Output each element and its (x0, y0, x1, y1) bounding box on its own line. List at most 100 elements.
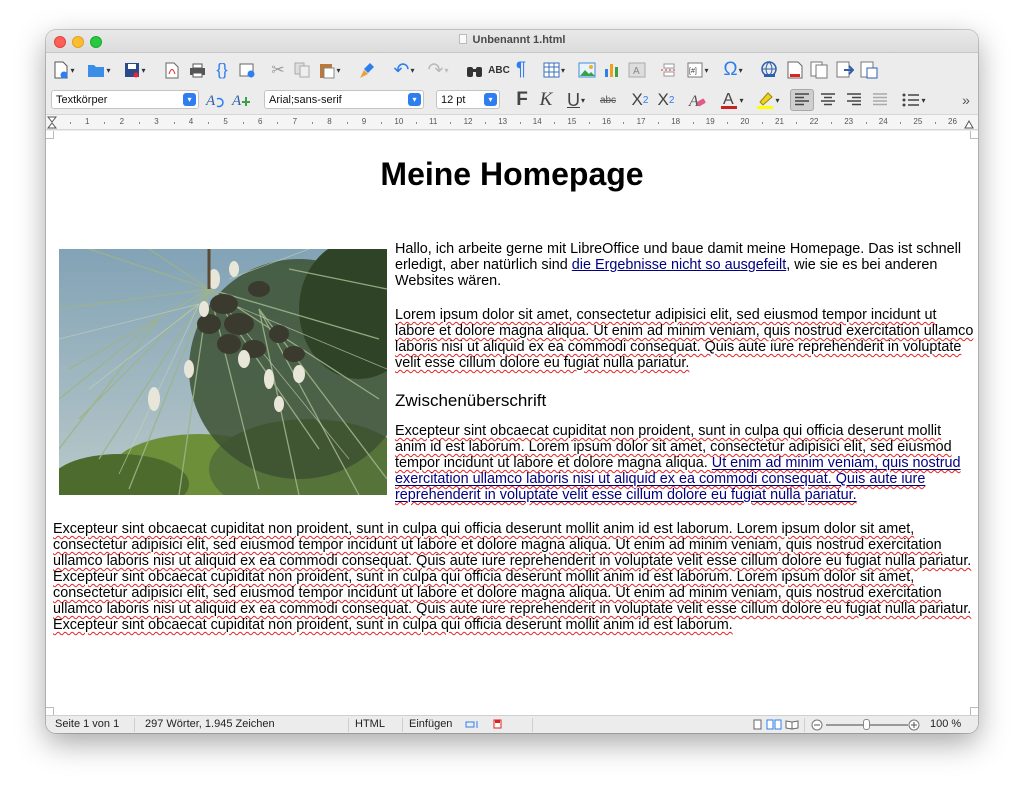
document-page[interactable]: Meine Homepage Hallo, ich arbeite gerne … (46, 131, 978, 715)
pine-branch-image (59, 249, 387, 495)
font-name-combo[interactable]: Arial;sans-serif ▾ (264, 90, 424, 109)
intro-paragraph: Hallo, ich arbeite gerne mit LibreOffice… (395, 241, 975, 289)
new-style-button[interactable]: A (230, 89, 252, 111)
horizontal-ruler[interactable]: 1 2 3 4 5 6 7 8 9 10 11 12 13 14 15 16 17 18 19 20 21 22 23 24 2… (46, 114, 978, 130)
ruler-tick-label: 21 (775, 117, 784, 126)
title-bar[interactable]: Unbenannt 1.html (46, 30, 978, 53)
copy-button[interactable] (292, 59, 312, 81)
font-color-button[interactable]: A ▾ (716, 89, 748, 111)
special-character-button[interactable]: Ω ▾ (718, 59, 748, 81)
page-indicator[interactable]: Seite 1 von 1 (55, 718, 119, 730)
align-left-button[interactable] (790, 89, 814, 111)
strikethrough-icon[interactable]: abc (596, 89, 620, 111)
toggle-formatting-marks-icon[interactable]: {} (212, 59, 232, 81)
spelling-button[interactable]: ABC (488, 59, 510, 81)
chevron-down-icon[interactable]: ▾ (444, 66, 448, 75)
intro-link[interactable]: die Ergebnisse nicht so ausgefeilt (572, 257, 786, 273)
edit-mode-button[interactable] (236, 59, 258, 81)
chevron-down-icon[interactable]: ▾ (141, 66, 145, 75)
chevron-down-icon[interactable]: ▾ (106, 66, 110, 75)
ruler-minor-tick (173, 122, 175, 124)
chevron-down-icon[interactable]: ▾ (410, 66, 414, 75)
chevron-down-icon[interactable]: ▾ (484, 93, 497, 106)
chevron-down-icon[interactable]: ▾ (561, 66, 565, 75)
insert-image-button[interactable] (576, 59, 598, 81)
ruler-minor-tick (450, 122, 452, 124)
svg-text:A: A (723, 91, 734, 108)
new-document-button[interactable]: ▾ (52, 59, 76, 81)
book-view-icon[interactable] (785, 719, 799, 730)
zoom-in-icon[interactable] (908, 719, 920, 731)
open-button[interactable]: ▾ (86, 59, 112, 81)
ruler-minor-tick (623, 122, 625, 124)
italic-icon[interactable]: K (536, 89, 556, 111)
ruler-tick-label: 1 (85, 117, 90, 126)
zoom-slider-thumb[interactable] (863, 719, 870, 730)
bullet-list-button[interactable]: ▾ (898, 89, 930, 111)
chevron-down-icon[interactable]: ▾ (739, 66, 743, 75)
align-right-button[interactable] (842, 89, 866, 111)
save-icon (125, 63, 140, 78)
track-changes-button[interactable] (834, 59, 856, 81)
align-right-icon (847, 93, 861, 106)
update-style-button[interactable]: A (204, 89, 226, 111)
paste-button[interactable]: ▾ (316, 59, 344, 81)
save-button[interactable]: ▾ (122, 59, 148, 81)
font-name-value: Arial;sans-serif (269, 94, 342, 106)
find-replace-button[interactable] (464, 59, 484, 81)
clone-formatting-button[interactable] (356, 59, 378, 81)
paragraph-style-combo[interactable]: Textkörper ▾ (51, 90, 199, 109)
undo-button[interactable]: ↶ ▾ (390, 59, 418, 81)
chevron-down-icon[interactable]: ▾ (183, 93, 196, 106)
underline-button[interactable]: U ▾ (560, 89, 592, 111)
single-page-view-icon[interactable] (753, 719, 762, 730)
ruler-minor-tick (761, 122, 763, 124)
print-button[interactable] (186, 59, 208, 81)
chevron-down-icon[interactable]: ▾ (336, 66, 340, 75)
chevron-down-icon[interactable]: ▾ (739, 96, 743, 105)
font-size-combo[interactable]: 12 pt ▾ (436, 90, 500, 109)
insert-field-button[interactable]: [#] ▾ (684, 59, 712, 81)
superscript-icon[interactable]: X2 (628, 89, 652, 111)
export-pdf-button[interactable] (162, 59, 182, 81)
paste-icon (320, 63, 335, 78)
chevron-down-icon[interactable]: ▾ (775, 96, 779, 105)
insert-table-button[interactable]: ▾ (540, 59, 568, 81)
clear-formatting-button[interactable]: A (686, 89, 708, 111)
right-indent-marker-icon[interactable] (964, 119, 974, 129)
insert-chart-button[interactable] (601, 59, 623, 81)
pine-branch-photo[interactable] (59, 249, 387, 495)
track-changes-icon (836, 61, 854, 78)
more-options-icon[interactable]: » (958, 89, 974, 111)
redo-button[interactable]: ↷ ▾ (424, 59, 452, 81)
comment-button[interactable] (808, 59, 830, 81)
insert-mode[interactable]: Einfügen (409, 718, 452, 730)
chevron-down-icon[interactable]: ▾ (921, 96, 925, 105)
svg-text:A: A (688, 93, 699, 109)
bold-icon[interactable]: F (512, 89, 532, 111)
document-modified-icon[interactable] (493, 719, 502, 729)
formatting-marks-icon[interactable]: ¶ (512, 59, 530, 81)
chevron-down-icon[interactable]: ▾ (704, 66, 708, 75)
insert-textbox-button[interactable]: A (626, 59, 648, 81)
zoom-out-icon[interactable] (811, 719, 823, 731)
subscript-icon[interactable]: X2 (654, 89, 678, 111)
insert-frame-button[interactable] (858, 59, 880, 81)
insert-image-icon (578, 62, 596, 78)
hyperlink-button[interactable] (758, 59, 780, 81)
chevron-down-icon[interactable]: ▾ (70, 66, 74, 75)
word-count[interactable]: 297 Wörter, 1.945 Zeichen (145, 718, 275, 730)
chevron-down-icon[interactable]: ▾ (581, 96, 585, 105)
indent-marker-icon[interactable] (47, 116, 57, 129)
justify-button[interactable] (868, 89, 892, 111)
highlighting-button[interactable]: ▾ (752, 89, 784, 111)
chevron-down-icon[interactable]: ▾ (408, 93, 421, 106)
align-center-button[interactable] (816, 89, 840, 111)
cut-icon[interactable]: ✂ (268, 59, 288, 81)
selection-mode-icon[interactable] (465, 720, 479, 729)
ruler-tick-label: 16 (602, 117, 611, 126)
zoom-level[interactable]: 100 % (930, 718, 961, 730)
multi-page-view-icon[interactable] (766, 719, 782, 730)
footnote-button[interactable] (784, 59, 806, 81)
insert-page-break-button[interactable] (658, 59, 680, 81)
